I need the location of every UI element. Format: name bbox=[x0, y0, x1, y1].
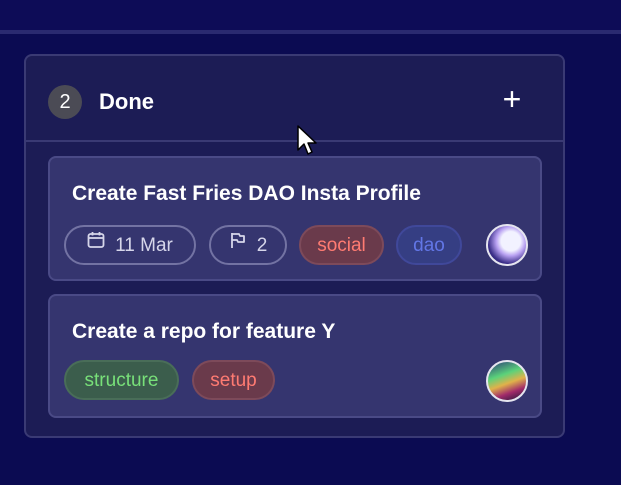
subtask-chip[interactable]: 2 bbox=[209, 225, 287, 265]
tag-dao[interactable]: dao bbox=[396, 225, 462, 265]
kanban-column-done: 2 Done + Create Fast Fries DAO Insta Pro… bbox=[24, 54, 565, 438]
flag-icon bbox=[229, 225, 247, 263]
plus-icon: + bbox=[502, 81, 522, 117]
mouse-pointer-icon bbox=[296, 124, 320, 163]
column-title: Done bbox=[99, 89, 154, 114]
task-card[interactable]: Create Fast Fries DAO Insta Profile 11 M… bbox=[48, 156, 542, 281]
assignee-avatar[interactable] bbox=[486, 360, 528, 402]
assignee-avatar[interactable] bbox=[486, 224, 528, 266]
card-count-badge: 2 bbox=[48, 85, 82, 119]
top-bar bbox=[0, 0, 621, 34]
card-title: Create Fast Fries DAO Insta Profile bbox=[72, 182, 421, 205]
tag-structure[interactable]: structure bbox=[64, 360, 179, 400]
tag-social[interactable]: social bbox=[299, 225, 384, 265]
tag-setup[interactable]: setup bbox=[192, 360, 275, 400]
add-card-button[interactable]: + bbox=[497, 81, 527, 117]
due-date-text: 11 Mar bbox=[115, 235, 173, 256]
subtask-count: 2 bbox=[256, 235, 268, 256]
task-card[interactable]: Create a repo for feature Y structure se… bbox=[48, 294, 542, 418]
due-date-chip[interactable]: 11 Mar bbox=[64, 225, 196, 265]
column-header: 2 Done + bbox=[26, 56, 563, 142]
card-title: Create a repo for feature Y bbox=[72, 320, 336, 343]
calendar-icon bbox=[87, 225, 105, 263]
